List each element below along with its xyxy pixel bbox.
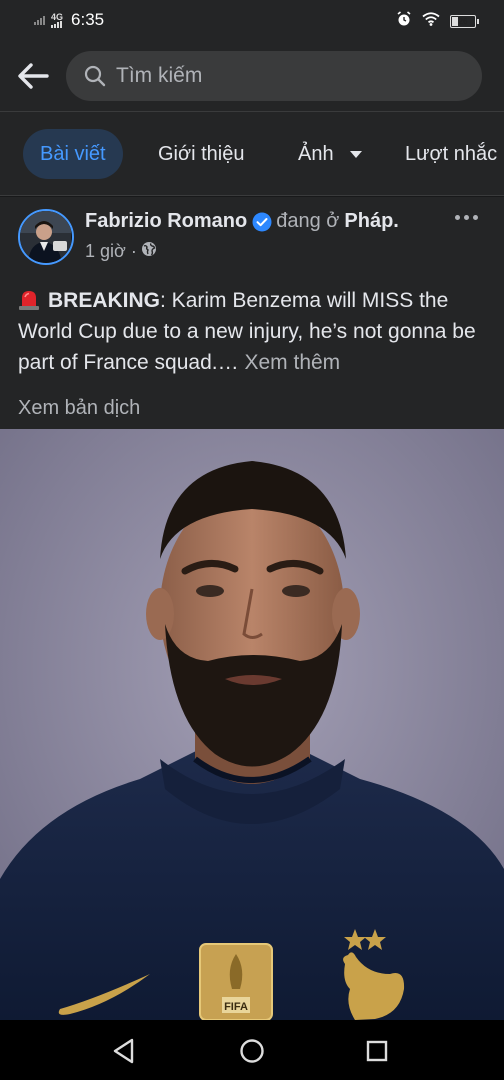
post-time[interactable]: 1 giờ · — [85, 241, 137, 262]
post-photo[interactable]: FIFA — [0, 429, 504, 1020]
see-more-link[interactable]: Xem thêm — [244, 351, 340, 374]
location-link[interactable]: Pháp. — [344, 210, 398, 233]
more-options-button[interactable] — [455, 215, 478, 220]
wifi-icon — [422, 12, 440, 31]
signal-icon — [34, 15, 45, 25]
status-bar: 4G 6:35 26 — [0, 0, 504, 40]
caret-down-icon — [349, 150, 362, 158]
post-meta: 1 giờ · — [85, 241, 157, 262]
tab-posts[interactable]: Bài viết — [23, 129, 123, 179]
avatar[interactable] — [18, 209, 74, 265]
network-type: 4G — [51, 11, 64, 22]
dot-icon — [473, 215, 478, 220]
profile-tabs: Bài viết Giới thiệu Ảnh Lượt nhắc — [0, 112, 504, 196]
search-box[interactable] — [66, 51, 482, 101]
breaking-label: BREAKING — [48, 289, 161, 312]
search-icon — [84, 65, 106, 87]
square-recents-icon — [366, 1040, 388, 1062]
siren-emoji-icon — [18, 288, 40, 310]
author-name[interactable]: Fabrizio Romano — [85, 210, 247, 233]
verified-badge-icon — [252, 212, 272, 232]
tab-about[interactable]: Giới thiệu — [158, 129, 244, 179]
battery-icon: 26 — [450, 15, 479, 28]
nav-recents-button[interactable] — [360, 1034, 394, 1068]
mobile-signal-icon — [51, 20, 62, 28]
triangle-back-icon — [113, 1038, 134, 1064]
dot-icon — [464, 215, 469, 220]
arrow-left-icon — [18, 63, 49, 89]
nav-back-button[interactable] — [107, 1034, 141, 1068]
globe-icon — [141, 241, 157, 262]
nav-home-button[interactable] — [235, 1034, 269, 1068]
post-header: Fabrizio Romano đang ở Pháp. — [85, 210, 399, 233]
circle-home-icon — [240, 1039, 264, 1063]
tab-label: Lượt nhắc — [405, 142, 498, 165]
location-prefix: đang ở — [276, 210, 340, 232]
status-left: 4G 6:35 — [34, 10, 104, 30]
tab-label: Ảnh — [298, 142, 334, 165]
back-button[interactable] — [14, 58, 52, 94]
post-card: Fabrizio Romano đang ở Pháp. 1 giờ · BRE… — [0, 197, 504, 1020]
system-navigation-bar — [0, 1020, 504, 1080]
post-text: BREAKING: Karim Benzema will MISS the Wo… — [18, 285, 488, 378]
battery-level: 26 — [458, 17, 468, 26]
search-input[interactable] — [116, 64, 436, 88]
tab-mentions[interactable]: Lượt nhắc — [405, 129, 497, 179]
tab-photos[interactable]: Ảnh — [298, 129, 362, 179]
clock: 6:35 — [71, 10, 105, 29]
see-translation-link[interactable]: Xem bản dịch — [18, 397, 140, 420]
badge-text: FIFA — [224, 1001, 248, 1013]
alarm-icon — [396, 11, 412, 32]
search-header — [0, 40, 504, 112]
tab-label: Giới thiệu — [158, 142, 245, 165]
dot-icon — [455, 215, 460, 220]
status-right: 26 — [396, 11, 479, 32]
tab-label: Bài viết — [40, 142, 106, 165]
